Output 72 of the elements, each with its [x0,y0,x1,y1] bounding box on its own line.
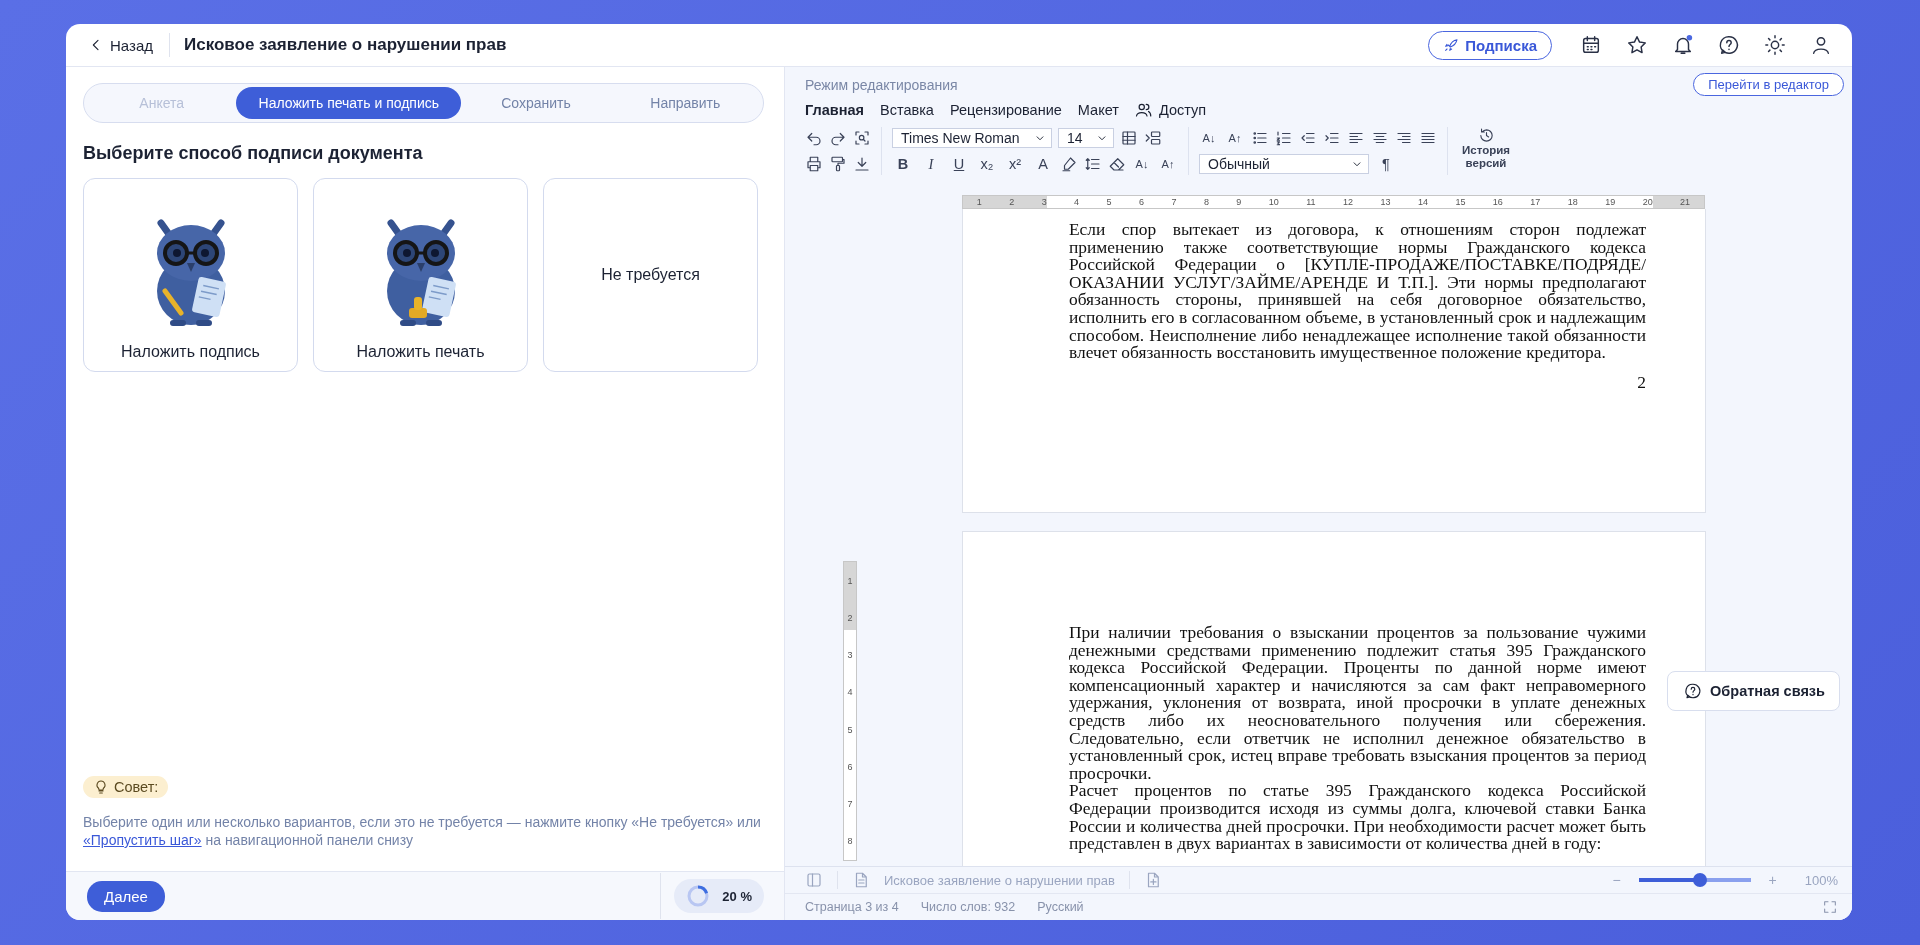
format-button[interactable]: x² [1004,155,1026,173]
progress-ring [686,884,711,908]
document-paragraph: При наличии требования о взыскании процентов за пользование чужими денежными средствами применению подлежит статья 395 Гражданского кодекса Российской Федерации. Проценты по данной норме имеют компенсационный характер и начисляются за сам факт неправомерного удержания, уклонения от возврата, иной просрочки в уплате денежных средств либо их неосновательного получения или сбережения. Следовательно, если ответчик не исполнил денежное обязательство в установленный срок, истец вправе требовать взыскания процентов за период просрочки. [1069,624,1646,783]
signature-option-card[interactable]: Наложить печать [313,178,528,372]
rocket-icon [1443,37,1460,53]
skip-step-link[interactable]: «Пропустить шаг» [83,832,202,848]
open-editor-button[interactable]: Перейти в редактор [1693,73,1844,96]
subscription-button[interactable]: Подписка [1428,30,1552,60]
user-icon[interactable] [1810,34,1832,56]
tip-label: Совет: [114,779,159,795]
ribbon-tab[interactable]: Макет [1077,100,1119,120]
step-tab[interactable]: Направить [610,87,760,119]
numbered-list-icon[interactable] [1275,129,1293,147]
insert-block-icon[interactable] [1144,129,1162,147]
format-button[interactable]: A [1032,155,1054,173]
section-heading: Выберите способ подписи документа [83,143,424,164]
next-button[interactable]: Далее [87,880,165,912]
chat-help-icon [1684,682,1703,700]
word-count: Число слов: 932 [920,900,1016,914]
ribbon-tab[interactable]: Доступ [1134,99,1207,121]
horizontal-ruler: 1 2 3 4 5 6 7 8 9 10 11 12 13 14 15 16 17 18 19 20 21 [962,195,1705,209]
font-size-button[interactable]: A↓ [1132,157,1152,171]
format-button[interactable]: I [920,154,942,174]
zoom-reading: 100% [1804,872,1838,888]
table-icon[interactable] [1120,129,1138,147]
vertical-ruler: 1 2 3 4 5 6 7 8 [843,561,857,861]
back-button[interactable]: Назад [86,32,155,58]
notification-bell-icon[interactable] [1672,34,1694,56]
font-size-button[interactable]: A↓ [1199,131,1219,145]
page-number: 2 [1636,373,1646,392]
print-icon[interactable] [805,155,823,173]
format-button[interactable]: x₂ [976,155,998,173]
download-icon[interactable] [853,155,871,173]
paint-roller-icon[interactable] [829,155,847,173]
font-size-select[interactable]: 14 [1058,128,1114,148]
pilcrow-button[interactable]: ¶ [1375,155,1397,173]
calendar-icon[interactable] [1580,34,1602,56]
version-history-button[interactable]: История версий [1458,127,1514,170]
font-size-button[interactable]: A↑ [1158,157,1178,171]
eraser-icon[interactable] [1108,155,1126,173]
edit-mode-label: Режим редактирования [805,76,958,93]
zoom-frame-icon[interactable] [853,129,871,147]
page-count: Страница 3 из 4 [805,900,899,914]
tip-text: Выберите один или несколько вариантов, если это не требуется — нажмите кнопку «Не требуется» или «Пропустить шаг» на навигационной панели снизу [83,813,762,849]
ribbon-tab[interactable]: Главная [805,100,864,120]
step-tab[interactable]: Наложить печать и подпись [236,87,462,119]
font-select[interactable]: Times New Roman [892,128,1052,148]
format-button[interactable]: U [948,155,970,173]
sidebar-toggle-icon[interactable] [805,871,823,889]
help-icon[interactable] [1718,34,1740,56]
highlighter-icon[interactable] [1060,155,1078,173]
signature-option-card[interactable]: Наложить подпись [83,178,298,372]
signature-option-card[interactable]: Не требуется [543,178,758,372]
paragraph-style-select[interactable]: Обычный [1199,154,1369,174]
language-label: Русский [1037,900,1084,914]
star-icon[interactable] [1626,34,1648,56]
document-paragraph: Расчет процентов по статье 395 Гражданского кодекса Российской Федерации производится исходя из суммы долга, ключевой ставки Банка России и количества дней просрочки. При необходимости расчет может быть представлен в двух вариантах в зависимости от количества дней в году: [1069,782,1646,853]
people-icon [1134,101,1153,119]
lightbulb-icon [93,779,109,795]
step-tab[interactable]: Сохранить [461,87,611,119]
ribbon-tab[interactable]: Рецензирование [949,100,1062,120]
ribbon-tab[interactable]: Вставка [880,100,934,120]
bullet-list-icon[interactable] [1251,129,1269,147]
document-paragraph: Если спор вытекает из договора, к отношениям сторон подлежат применению также соответствующие нормы Гражданского кодекса Российской Федерации о [КУПЛЕ-ПРОДАЖЕ/ПОСТАВКЕ/ПОДРЯДЕ/ ОКАЗАНИИ УСЛУГ/ЗАЙМЕ/АРЕНДЕ И Т.П.]. Эти нормы предполагают обязанность стороны, принявшей на себя договорное обязательство, исполнить его в согласованном объеме, в установленный срок и надлежащим способом. Неисполнение либо ненадлежащее исполнение такой обязанности влечет обязанность восстановить имущественное положение кредитора. [1069,221,1646,362]
line-spacing-icon[interactable] [1084,155,1102,173]
font-size-button[interactable]: A↑ [1225,131,1245,145]
status-document-title: Исковое заявление о нарушении прав [884,872,1115,888]
history-icon [1477,127,1495,144]
feedback-button[interactable]: Обратная связь [1667,671,1840,711]
document-title: Исковое заявление о нарушении прав [184,35,507,55]
format-button[interactable]: B [892,155,914,173]
sun-icon[interactable] [1764,34,1786,56]
